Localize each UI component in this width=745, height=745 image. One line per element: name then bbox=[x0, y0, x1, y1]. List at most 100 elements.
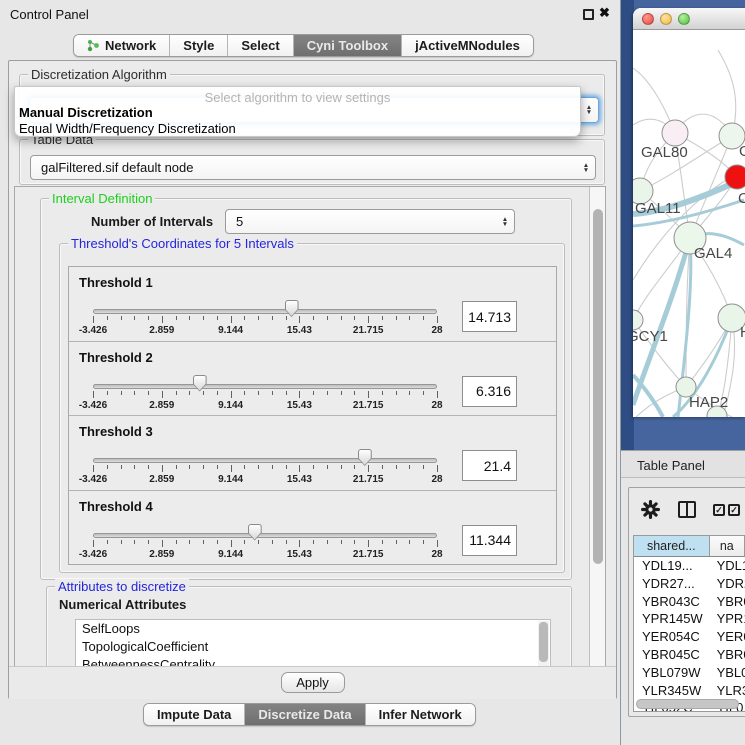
tab-jactivemnodules[interactable]: jActiveMNodules bbox=[402, 35, 533, 56]
attributes-scrollbar-thumb[interactable] bbox=[539, 622, 548, 662]
attribute-item-topologicalcoefficient[interactable]: TopologicalCoefficient bbox=[76, 638, 550, 656]
float-window-icon[interactable] bbox=[583, 9, 594, 20]
network-canvas[interactable]: GAL80G.CGAL11GAL4GCY1HHAP2 bbox=[633, 30, 745, 417]
table-row[interactable]: YPR145WYPR1 bbox=[634, 610, 745, 628]
tick-mark bbox=[396, 391, 397, 395]
tick-mark bbox=[313, 316, 314, 320]
table-horizontal-scrollbar-thumb[interactable] bbox=[636, 699, 739, 709]
table-row[interactable]: YBR045CYBR0 bbox=[634, 646, 745, 664]
table-row[interactable]: YDL19...YDL1 bbox=[634, 557, 745, 575]
table-panel-titlebar: Table Panel bbox=[621, 450, 745, 478]
tab-discretize-data[interactable]: Discretize Data bbox=[245, 704, 365, 725]
tick-mark bbox=[396, 316, 397, 320]
table-data-combobox[interactable]: galFiltered.sif default node ▲▼ bbox=[30, 155, 596, 180]
threshold-value-input[interactable] bbox=[462, 450, 517, 481]
network-node[interactable] bbox=[633, 310, 643, 330]
network-node[interactable] bbox=[725, 165, 745, 189]
gear-icon[interactable] bbox=[641, 500, 660, 519]
tick-mark bbox=[327, 465, 328, 469]
checkbox-icon[interactable]: ✓ bbox=[713, 504, 725, 516]
table-row[interactable]: YBL079WYBL0 bbox=[634, 664, 745, 682]
threshold-coordinates-group: Threshold's Coordinates for 5 Intervals … bbox=[59, 243, 565, 573]
combo-stepper-icon[interactable]: ▲▼ bbox=[577, 163, 595, 173]
tick-mark bbox=[162, 316, 163, 323]
node-attribute-table[interactable]: shared...na YDL19...YDL1YDR27...YDR2YBR0… bbox=[633, 535, 745, 712]
slider-track[interactable] bbox=[93, 384, 437, 389]
tick-mark bbox=[93, 540, 94, 547]
slider-thumb[interactable] bbox=[285, 300, 299, 317]
tab-cyni-toolbox[interactable]: Cyni Toolbox bbox=[294, 35, 402, 56]
table-row[interactable]: YDR27...YDR2 bbox=[634, 575, 745, 593]
table-row[interactable]: YBR043CYBR0 bbox=[634, 593, 745, 611]
network-window-titlebar bbox=[633, 8, 745, 30]
table-browser-subpanel: ✓ ✓ shared...na YDL19...YDL1YDR27...YDR2… bbox=[628, 487, 745, 717]
tick-mark bbox=[121, 465, 122, 469]
tab-style[interactable]: Style bbox=[170, 35, 228, 56]
tick-mark bbox=[203, 465, 204, 469]
threshold-rows-container: Threshold 1-3.4262.8599.14415.4321.71528… bbox=[68, 266, 557, 565]
tick-mark bbox=[286, 465, 287, 469]
tick-mark bbox=[148, 465, 149, 469]
tick-mark bbox=[203, 391, 204, 395]
threshold-row-4: Threshold 4-3.4262.8599.14415.4321.71528 bbox=[69, 491, 556, 565]
checkbox-icon[interactable]: ✓ bbox=[728, 504, 740, 516]
threshold-label: Threshold 3 bbox=[79, 424, 153, 439]
slider-track[interactable] bbox=[93, 458, 437, 463]
apply-button[interactable]: Apply bbox=[281, 672, 345, 693]
tick-mark bbox=[327, 316, 328, 320]
threshold-value-input[interactable] bbox=[462, 301, 517, 332]
tick-mark bbox=[244, 540, 245, 544]
tick-mark bbox=[286, 540, 287, 544]
window-title: Control Panel bbox=[10, 7, 89, 22]
number-of-intervals-combobox[interactable]: 5 ▲▼ bbox=[225, 209, 515, 234]
close-traffic-light-icon[interactable] bbox=[642, 13, 654, 25]
threshold-row-2: Threshold 2-3.4262.8599.14415.4321.71528 bbox=[69, 342, 556, 417]
column-header-shared-[interactable]: shared... bbox=[634, 536, 710, 556]
tick-mark bbox=[409, 540, 410, 544]
control-panel-titlebar: Control Panel ✖ bbox=[0, 0, 620, 28]
tick-mark bbox=[107, 391, 108, 395]
combo-stepper-icon[interactable]: ▲▼ bbox=[496, 217, 514, 227]
attribute-item-selfloops[interactable]: SelfLoops bbox=[76, 620, 550, 638]
zoom-traffic-light-icon[interactable] bbox=[678, 13, 690, 25]
table-cell: YER054C bbox=[634, 628, 710, 646]
tick-mark bbox=[189, 465, 190, 469]
tab-network[interactable]: Network bbox=[74, 35, 170, 56]
table-row[interactable]: YER054CYER0 bbox=[634, 628, 745, 646]
attributes-scrollbar[interactable] bbox=[538, 621, 549, 667]
slider-track[interactable] bbox=[93, 533, 437, 538]
algorithm-option-equal-width-frequency-discretization[interactable]: Equal Width/Frequency Discretization bbox=[19, 121, 236, 136]
tick-mark bbox=[244, 465, 245, 469]
slider-thumb[interactable] bbox=[248, 524, 262, 541]
tick-mark bbox=[203, 316, 204, 320]
control-panel-window: Control Panel ✖ NetworkStyleSelectCyni T… bbox=[0, 0, 621, 745]
settings-vertical-scrollbar[interactable] bbox=[589, 187, 605, 666]
tab-label: Infer Network bbox=[379, 707, 462, 722]
algorithm-option-manual-discretization[interactable]: Manual Discretization bbox=[19, 105, 153, 120]
table-row[interactable]: YLR345WYLR3 bbox=[634, 682, 745, 700]
tab-impute-data[interactable]: Impute Data bbox=[144, 704, 245, 725]
network-node-label-gal11: GAL11 bbox=[635, 200, 681, 217]
slider-track[interactable] bbox=[93, 309, 437, 314]
tick-label: 21.715 bbox=[346, 549, 390, 560]
settings-scrollbar-thumb[interactable] bbox=[593, 209, 603, 564]
close-icon[interactable]: ✖ bbox=[599, 5, 610, 21]
network-node[interactable] bbox=[662, 120, 688, 146]
tick-mark bbox=[354, 540, 355, 544]
column-header-na[interactable]: na bbox=[710, 536, 745, 556]
slider-thumb[interactable] bbox=[193, 375, 207, 392]
minimize-traffic-light-icon[interactable] bbox=[660, 13, 672, 25]
threshold-value-input[interactable] bbox=[462, 525, 517, 556]
tick-mark bbox=[327, 391, 328, 395]
combo-stepper-icon[interactable]: ▲▼ bbox=[580, 105, 598, 115]
slider-thumb[interactable] bbox=[358, 449, 372, 466]
tick-mark bbox=[286, 316, 287, 320]
tick-mark bbox=[189, 316, 190, 320]
tab-infer-network[interactable]: Infer Network bbox=[366, 704, 475, 725]
numerical-attributes-list[interactable]: SelfLoopsTopologicalCoefficientBetweenne… bbox=[75, 619, 551, 667]
column-visibility-icon[interactable] bbox=[678, 501, 696, 518]
tab-select[interactable]: Select bbox=[228, 35, 293, 56]
threshold-value-input[interactable] bbox=[462, 376, 517, 407]
interval-group-title: Interval Definition bbox=[49, 191, 155, 206]
network-node-label-h: H bbox=[740, 324, 745, 341]
